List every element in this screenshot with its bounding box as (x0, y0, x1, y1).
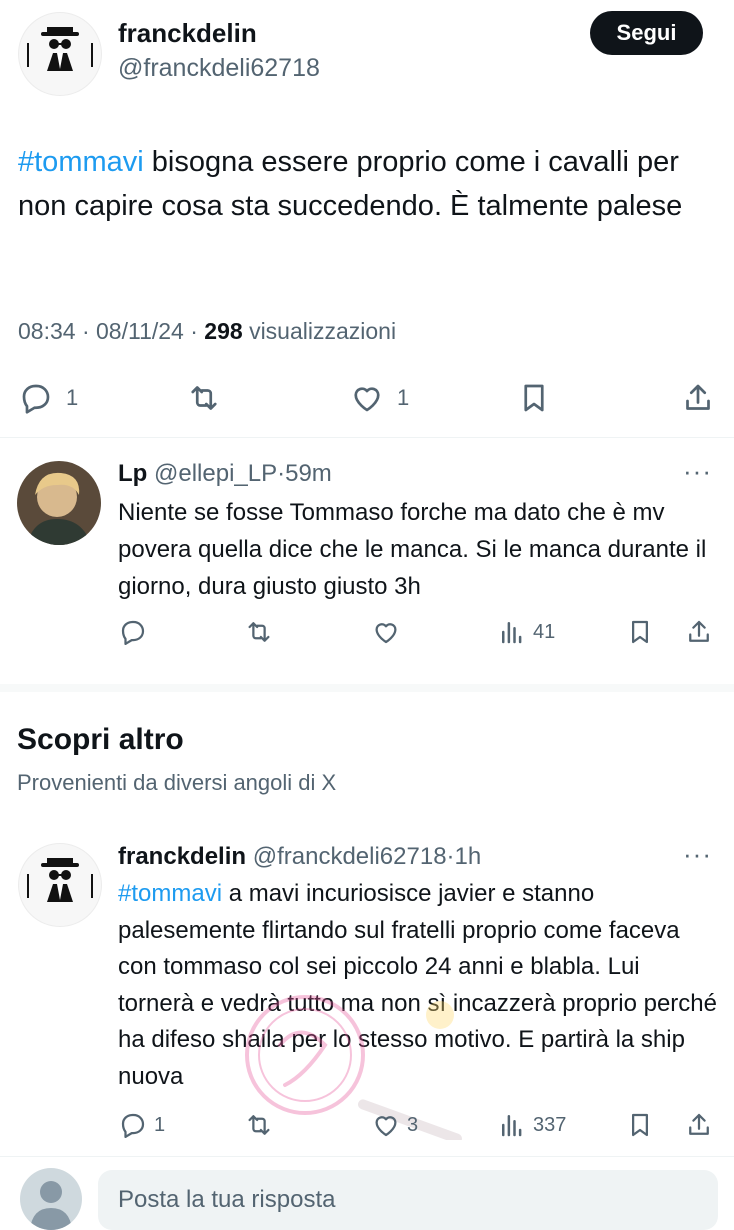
compose-avatar[interactable] (20, 1168, 82, 1230)
share-button[interactable] (684, 617, 714, 647)
tweet-date[interactable]: 08/11/24 (96, 318, 184, 344)
author-name[interactable]: franckdelin (118, 18, 257, 49)
reply-author-name[interactable]: Lp (118, 460, 147, 487)
divider (0, 1156, 734, 1157)
like-button[interactable]: 3 (371, 1110, 418, 1140)
view-count: 298 (204, 318, 243, 344)
like-count: 1 (397, 385, 410, 410)
repost-icon (191, 386, 217, 410)
spy-avatar-icon (27, 858, 93, 902)
share-button[interactable] (680, 380, 716, 416)
bookmark-icon (632, 1113, 648, 1137)
tweet-text: #tommavi a mavi incuriosisce javier e st… (118, 876, 718, 1095)
share-button[interactable] (684, 1110, 714, 1140)
like-button[interactable]: 1 (349, 380, 409, 416)
user-photo-icon (17, 461, 101, 545)
reply-text: Niente se fosse Tommaso forche ma dato c… (118, 499, 707, 600)
more-options-icon[interactable]: ··· (683, 456, 712, 487)
share-icon (686, 384, 710, 410)
like-count: 3 (407, 1113, 419, 1136)
views-label: visualizzazioni (249, 318, 397, 344)
analytics-icon (502, 1115, 522, 1137)
tweet-text: #tommavi bisogna essere proprio come i c… (18, 140, 718, 228)
tweet-time[interactable]: 08:34 (18, 318, 76, 344)
share-icon (689, 1113, 709, 1135)
views-count: 337 (533, 1113, 567, 1136)
bookmark-icon (632, 620, 648, 644)
bookmark-button[interactable] (516, 380, 552, 416)
views-button[interactable]: 337 (497, 1110, 566, 1140)
author-handle[interactable]: @franckdeli62718 (118, 54, 320, 83)
analytics-icon (502, 622, 522, 644)
repost-button[interactable] (244, 617, 274, 647)
heart-icon (354, 387, 380, 412)
reply-count: 1 (154, 1113, 166, 1136)
author-name[interactable]: franckdelin (118, 843, 246, 870)
avatar[interactable] (18, 843, 102, 927)
reply-age[interactable]: 59m (285, 460, 332, 487)
avatar[interactable] (18, 12, 102, 96)
repost-button[interactable] (244, 1110, 274, 1140)
tweet-header: franckdelin @franckdeli62718·1h (118, 843, 482, 870)
like-button[interactable] (371, 617, 401, 647)
reply-button[interactable] (118, 617, 148, 647)
repost-button[interactable] (186, 380, 222, 416)
author-handle[interactable]: @franckdeli62718 (253, 843, 447, 870)
reply-button[interactable]: 1 (18, 380, 78, 416)
views-button[interactable]: 41 (497, 617, 555, 647)
reply-icon (121, 1113, 145, 1138)
heart-icon (375, 623, 397, 644)
more-options-icon[interactable]: ··· (683, 839, 712, 870)
section-separator (0, 684, 734, 692)
avatar[interactable] (17, 461, 101, 545)
reply-icon (22, 384, 50, 414)
heart-icon (375, 1116, 397, 1137)
tweet-body: a mavi incuriosisce javier e stanno pale… (118, 880, 717, 1090)
hashtag-link[interactable]: #tommavi (118, 880, 222, 907)
default-user-icon (30, 1181, 72, 1230)
spy-avatar-icon (27, 27, 93, 71)
hashtag-link[interactable]: #tommavi (18, 146, 144, 178)
repost-icon (248, 622, 270, 642)
bookmark-icon (524, 384, 544, 412)
views-count: 41 (533, 620, 556, 643)
reply-author-handle[interactable]: @ellepi_LP (154, 460, 277, 487)
section-subtitle: Provenienti da diversi angoli di X (17, 770, 337, 795)
bookmark-button[interactable] (625, 617, 655, 647)
follow-button[interactable]: Segui (590, 11, 703, 55)
reply-icon (121, 620, 145, 645)
repost-icon (248, 1115, 270, 1135)
reply-header: Lp @ellepi_LP·59m (118, 460, 332, 487)
divider (0, 437, 734, 438)
tweet-age[interactable]: 1h (455, 843, 482, 870)
share-icon (689, 620, 709, 642)
tweet-meta: 08:34 · 08/11/24 · 298 visualizzazioni (18, 318, 397, 344)
reply-count: 1 (66, 385, 79, 410)
compose-placeholder[interactable]: Posta la tua risposta (118, 1186, 335, 1214)
reply-button[interactable]: 1 (118, 1110, 165, 1140)
bookmark-button[interactable] (625, 1110, 655, 1140)
section-title: Scopri altro (17, 723, 184, 756)
